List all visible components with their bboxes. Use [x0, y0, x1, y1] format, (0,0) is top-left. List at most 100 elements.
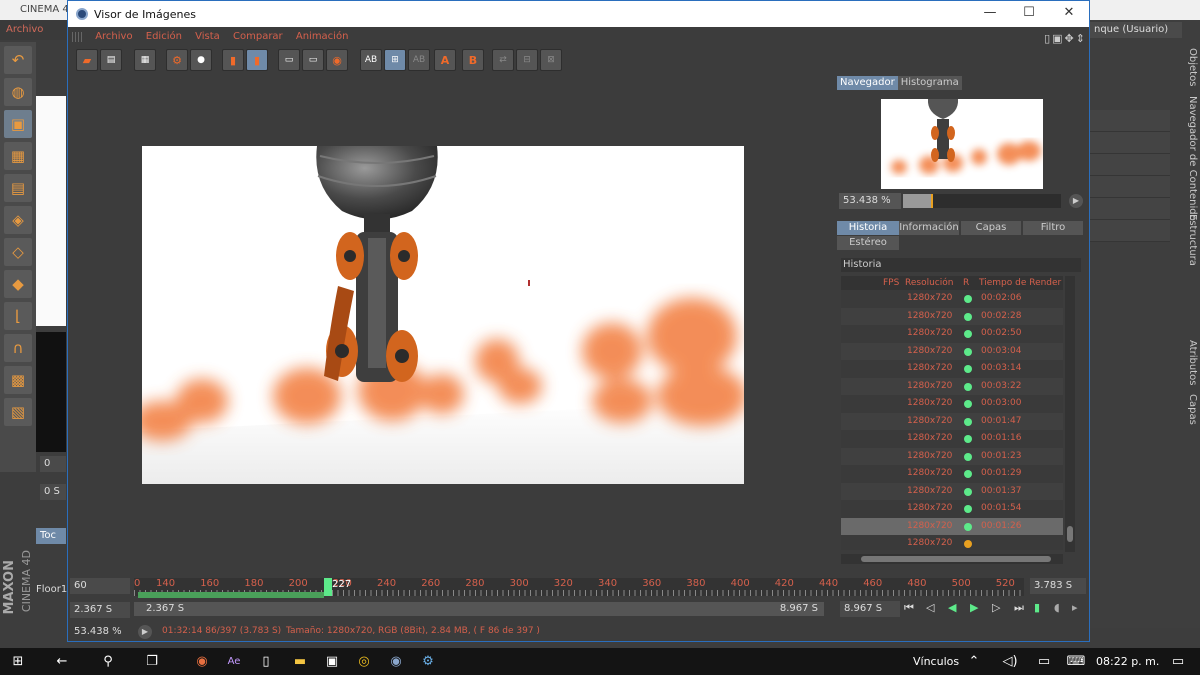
swap-ab-icon[interactable]: ⇄: [492, 49, 514, 71]
back-arrow-icon[interactable]: ←: [52, 652, 72, 672]
save-icon[interactable]: ▤: [100, 49, 122, 71]
tab-capas[interactable]: Capas: [1180, 394, 1198, 425]
go-to-end-icon[interactable]: ⏭: [1014, 601, 1024, 615]
history-row[interactable]: 1280x720 00:03:04: [841, 342, 1063, 360]
lock-grid-icon[interactable]: ▧: [4, 398, 32, 426]
range-start-field[interactable]: 2.367 S: [70, 602, 130, 618]
status-play-icon[interactable]: ▶: [138, 625, 152, 639]
ab-compare-icon[interactable]: AB: [360, 49, 382, 71]
tray-chevron-icon[interactable]: ⌃: [964, 652, 984, 672]
links-label[interactable]: Vínculos: [913, 655, 959, 668]
history-row[interactable]: 1280x720 00:01:16: [841, 430, 1063, 447]
after-effects-icon[interactable]: Ae: [224, 652, 244, 672]
navigator-thumbnail[interactable]: [881, 99, 1043, 189]
view-render-icon[interactable]: ◉: [326, 49, 348, 71]
network-icon[interactable]: ▭: [1034, 652, 1054, 672]
tab-informacion[interactable]: Información: [899, 221, 959, 235]
volume-icon[interactable]: ◁): [1000, 652, 1020, 672]
play-backward-icon[interactable]: ◀: [948, 601, 956, 614]
set-a-icon[interactable]: A: [434, 49, 456, 71]
menu-animacion[interactable]: Animación: [296, 31, 349, 42]
ab-split-icon[interactable]: AB: [408, 49, 430, 71]
scroll-thumb[interactable]: [861, 556, 1051, 562]
tab-histograma[interactable]: Histograma: [897, 76, 962, 90]
minimize-button[interactable]: —: [972, 5, 1008, 23]
history-horizontal-scrollbar[interactable]: [841, 554, 1063, 564]
col-fps[interactable]: FPS: [883, 276, 899, 290]
go-to-start-icon[interactable]: ⏮: [904, 601, 914, 615]
zoom-field[interactable]: 53.438 %: [839, 193, 901, 209]
cinema4d-taskbar-icon[interactable]: ◉: [386, 652, 406, 672]
tab-atributos[interactable]: Atributos: [1180, 340, 1198, 385]
task-view-icon[interactable]: ❐: [142, 652, 162, 672]
col-tiempo-render[interactable]: Tiempo de Render: [979, 276, 1061, 290]
axis-icon[interactable]: ⌊: [4, 302, 32, 330]
steam-icon[interactable]: ⚙: [418, 652, 438, 672]
object-row[interactable]: [1090, 132, 1170, 154]
history-row[interactable]: 1280x720 00:01:47: [841, 412, 1063, 430]
tab-historia[interactable]: Historia: [837, 221, 899, 235]
fit-view-icon[interactable]: ⊞: [384, 49, 406, 71]
menu-edicion[interactable]: Edición: [146, 31, 182, 42]
edge-mode-icon[interactable]: ◇: [4, 238, 32, 266]
timeline-ruler[interactable]: 0 140 160 180 200 220 240 260 280 300 320 340 360 38…: [134, 578, 1053, 598]
copy-all-icon[interactable]: ▮: [246, 49, 268, 71]
point-mode-icon[interactable]: ◈: [4, 206, 32, 234]
menu-comparar[interactable]: Comparar: [233, 31, 283, 42]
play-forward-icon[interactable]: ▶: [970, 601, 978, 614]
tab-navegador[interactable]: Navegador: [837, 76, 898, 90]
range-end-field[interactable]: 8.967 S: [840, 601, 900, 617]
object-row[interactable]: [1090, 110, 1170, 132]
history-row[interactable]: 1280x720: [841, 535, 1063, 550]
tab-capas-viewer[interactable]: Capas: [961, 221, 1021, 235]
user-layout-dropdown[interactable]: nque (Usuario): [1090, 22, 1182, 38]
history-row[interactable]: 1280x720 00:03:22: [841, 377, 1063, 395]
polygon-mode-icon[interactable]: ◆: [4, 270, 32, 298]
tab-filtro[interactable]: Filtro: [1023, 221, 1083, 235]
range-slider[interactable]: 2.367 S 8.967 S: [134, 602, 824, 616]
notifications-icon[interactable]: ▭: [1168, 652, 1188, 672]
image-canvas[interactable]: [70, 77, 832, 571]
loop-icon[interactable]: ▮: [1034, 601, 1040, 614]
fps-field[interactable]: 60: [70, 578, 130, 594]
open-file-icon[interactable]: ▰: [76, 49, 98, 71]
search-icon[interactable]: ⚲: [98, 652, 118, 672]
background-tab[interactable]: Toc: [36, 528, 66, 544]
document-icon[interactable]: ▯: [256, 652, 276, 672]
zoom-play-icon[interactable]: ▶: [1069, 194, 1083, 208]
history-row[interactable]: 1280x720 00:01:29: [841, 465, 1063, 482]
col-r[interactable]: R: [963, 276, 969, 290]
object-row[interactable]: [1090, 154, 1170, 176]
prev-frame-icon[interactable]: ◁: [926, 601, 934, 614]
user-icon[interactable]: ●: [190, 49, 212, 71]
object-row[interactable]: [1090, 220, 1170, 242]
app-icon[interactable]: ◉: [192, 652, 212, 672]
file-explorer-icon[interactable]: ▬: [290, 652, 310, 672]
status-zoom[interactable]: 53.438 %: [70, 624, 130, 640]
history-row[interactable]: 1280x720 00:01:37: [841, 482, 1063, 500]
background-frame-field[interactable]: 0: [40, 456, 66, 472]
history-row[interactable]: 1280x720 00:03:14: [841, 360, 1063, 377]
history-row[interactable]: 1280x720 00:02:50: [841, 325, 1063, 342]
object-row[interactable]: [1090, 198, 1170, 220]
model-mode-icon[interactable]: ▣: [4, 110, 32, 138]
timeline-play-icon[interactable]: ▸: [1072, 601, 1078, 614]
scroll-thumb[interactable]: [1067, 526, 1073, 542]
history-row[interactable]: 1280x720 00:02:28: [841, 307, 1063, 325]
col-resolucion[interactable]: Resolución: [905, 276, 953, 290]
maximize-button[interactable]: ☐: [1011, 5, 1047, 23]
copy-frame-icon[interactable]: ▮: [222, 49, 244, 71]
render-settings-icon[interactable]: ⚙: [166, 49, 188, 71]
sound-icon[interactable]: ◖: [1054, 601, 1060, 614]
undo-icon[interactable]: ↶: [4, 46, 32, 74]
history-vertical-scrollbar[interactable]: [1065, 276, 1075, 552]
diff-icon[interactable]: ⊟: [516, 49, 538, 71]
menu-archivo[interactable]: Archivo: [95, 31, 132, 42]
zoom-slider-knob[interactable]: [931, 194, 934, 208]
background-menu-archivo[interactable]: Archivo: [6, 24, 43, 35]
tab-estereo[interactable]: Estéreo: [837, 236, 899, 250]
snap-icon[interactable]: ▩: [4, 366, 32, 394]
view-single-icon[interactable]: ▭: [278, 49, 300, 71]
magnet-icon[interactable]: ∩: [4, 334, 32, 362]
texture-mode-icon[interactable]: ▦: [4, 142, 32, 170]
